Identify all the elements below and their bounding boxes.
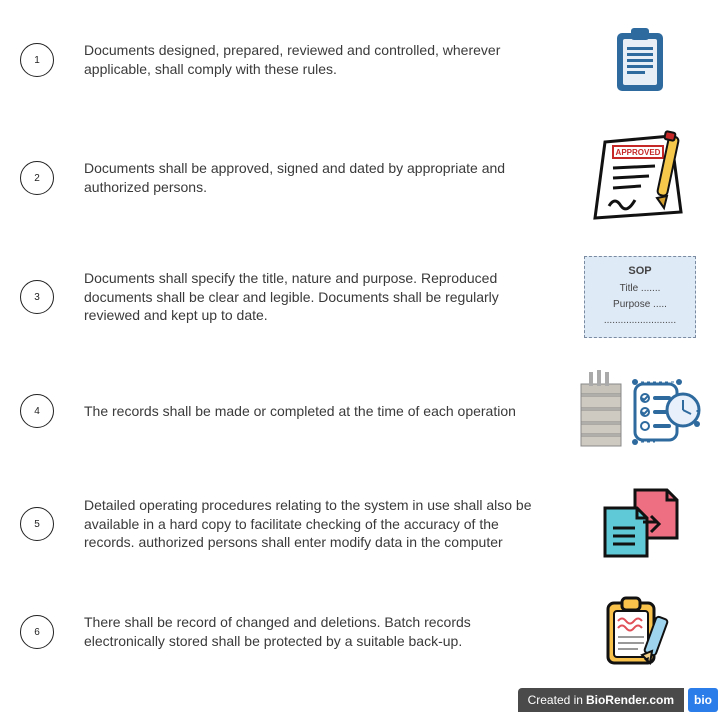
rule-number: 1 <box>20 43 54 77</box>
sop-line: Title ....... <box>589 281 691 297</box>
rule-text: Detailed operating procedures relating t… <box>84 496 570 553</box>
instrument-checklist-icon <box>575 366 705 456</box>
footer-badge: bio <box>688 688 718 712</box>
rule-icon-clipboard-edit <box>570 593 710 671</box>
rule-number: 2 <box>20 161 54 195</box>
rule-icon-approved-document: APPROVED <box>570 128 710 228</box>
rule-row: 3 Documents shall specify the title, nat… <box>20 256 710 338</box>
rule-number: 6 <box>20 615 54 649</box>
rule-text: Documents shall specify the title, natur… <box>84 269 570 326</box>
copy-documents-icon <box>595 484 685 564</box>
rule-number: 4 <box>20 394 54 428</box>
rule-number: 3 <box>20 280 54 314</box>
rule-row: 2 Documents shall be approved, signed an… <box>20 128 710 228</box>
sop-heading: SOP <box>589 263 691 281</box>
sop-line: .......................... <box>589 313 691 329</box>
footer-brand: BioRender.com <box>586 693 674 707</box>
rule-text: The records shall be made or completed a… <box>84 402 570 421</box>
rule-number: 5 <box>20 507 54 541</box>
footer-label: Created in BioRender.com <box>518 688 684 712</box>
rule-icon-copy-documents <box>570 484 710 564</box>
rule-row: 5 Detailed operating procedures relating… <box>20 484 710 564</box>
rule-text: Documents designed, prepared, reviewed a… <box>84 41 570 79</box>
footer-attribution: Created in BioRender.com bio <box>518 687 720 713</box>
rule-text: There shall be record of changed and del… <box>84 613 570 651</box>
rule-row: 6 There shall be record of changed and d… <box>20 592 710 672</box>
approved-document-icon: APPROVED <box>585 128 695 228</box>
rule-text: Documents shall be approved, signed and … <box>84 159 570 197</box>
rule-icon-clipboard <box>570 25 710 95</box>
rules-list: 1 Documents designed, prepared, reviewed… <box>0 0 720 672</box>
rule-icon-instrument-checklist <box>570 366 710 456</box>
sop-line: Purpose ..... <box>589 297 691 313</box>
clipboard-edit-icon <box>600 593 680 671</box>
sop-box: SOP Title ....... Purpose ..... ........… <box>584 256 696 338</box>
rule-row: 4 The records shall be made or completed… <box>20 366 710 456</box>
rule-icon-sop-box: SOP Title ....... Purpose ..... ........… <box>570 256 710 338</box>
rule-row: 1 Documents designed, prepared, reviewed… <box>20 20 710 100</box>
clipboard-icon <box>611 25 669 95</box>
footer-prefix: Created in <box>528 693 583 707</box>
approved-stamp-text: APPROVED <box>616 148 661 157</box>
